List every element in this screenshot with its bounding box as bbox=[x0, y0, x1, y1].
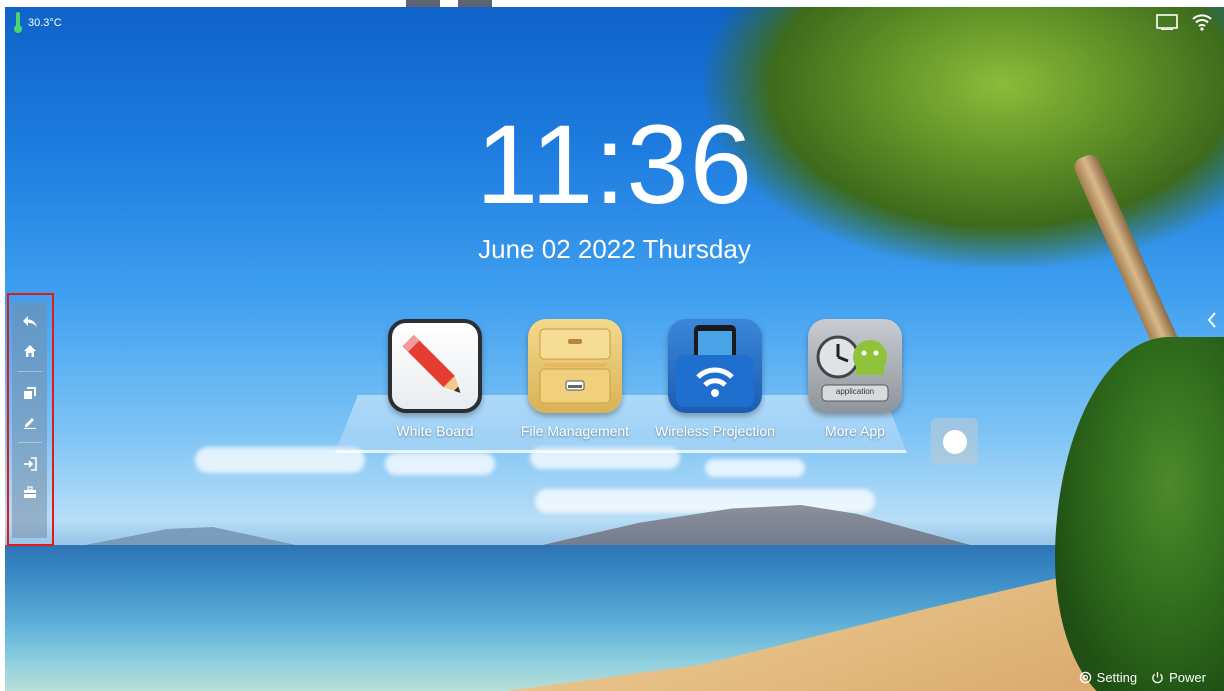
temperature-indicator: 30.3°C bbox=[14, 12, 62, 34]
app-label: Wireless Projection bbox=[655, 423, 775, 439]
app-label: White Board bbox=[396, 423, 474, 439]
bottom-controls: Setting Power bbox=[1079, 670, 1206, 685]
setting-button[interactable]: Setting bbox=[1079, 670, 1137, 685]
power-button[interactable]: Power bbox=[1151, 670, 1206, 685]
top-window-tab-left bbox=[406, 0, 440, 7]
app-white-board[interactable]: White Board bbox=[365, 319, 505, 439]
side-panel-toggle[interactable] bbox=[1204, 307, 1220, 333]
top-window-tab-right bbox=[458, 0, 492, 7]
app-dock: White Board File Management Wireless Pro… bbox=[365, 319, 925, 439]
file-cabinet-icon bbox=[528, 319, 622, 413]
thermometer-icon bbox=[14, 12, 22, 34]
floating-assist-button[interactable] bbox=[931, 418, 978, 465]
screen-icon[interactable] bbox=[1156, 14, 1178, 30]
pencil-icon bbox=[388, 319, 482, 413]
distant-island bbox=[75, 527, 305, 547]
home-screen: 30.3°C 11:36 June 02 2022 Thursday White… bbox=[5, 7, 1224, 691]
cloud bbox=[385, 453, 495, 475]
setting-label: Setting bbox=[1096, 670, 1138, 685]
clock-date: June 02 2022 Thursday bbox=[478, 234, 751, 264]
cloud bbox=[705, 459, 805, 477]
app-label: File Management bbox=[520, 423, 630, 439]
wifi-icon[interactable] bbox=[1192, 13, 1212, 31]
wireless-projection-icon bbox=[668, 319, 762, 413]
app-wireless-projection[interactable]: Wireless Projection bbox=[645, 319, 785, 439]
assist-dot-icon bbox=[942, 429, 967, 454]
toolbar-highlight-box bbox=[7, 293, 54, 546]
clock-time: 11:36 bbox=[476, 102, 753, 227]
application-tag: application bbox=[835, 387, 875, 396]
more-app-icon: application bbox=[808, 319, 902, 413]
status-icons bbox=[1156, 13, 1212, 31]
app-more-app[interactable]: application More App bbox=[785, 319, 925, 439]
chevron-left-icon bbox=[1207, 312, 1216, 328]
palm-foliage bbox=[1055, 337, 1224, 691]
gear-icon bbox=[1079, 671, 1091, 684]
power-label: Power bbox=[1169, 670, 1206, 685]
app-label: More App bbox=[825, 423, 885, 439]
temperature-value: 30.3°C bbox=[28, 17, 62, 29]
power-icon bbox=[1152, 671, 1163, 684]
app-file-management[interactable]: File Management bbox=[505, 319, 645, 439]
